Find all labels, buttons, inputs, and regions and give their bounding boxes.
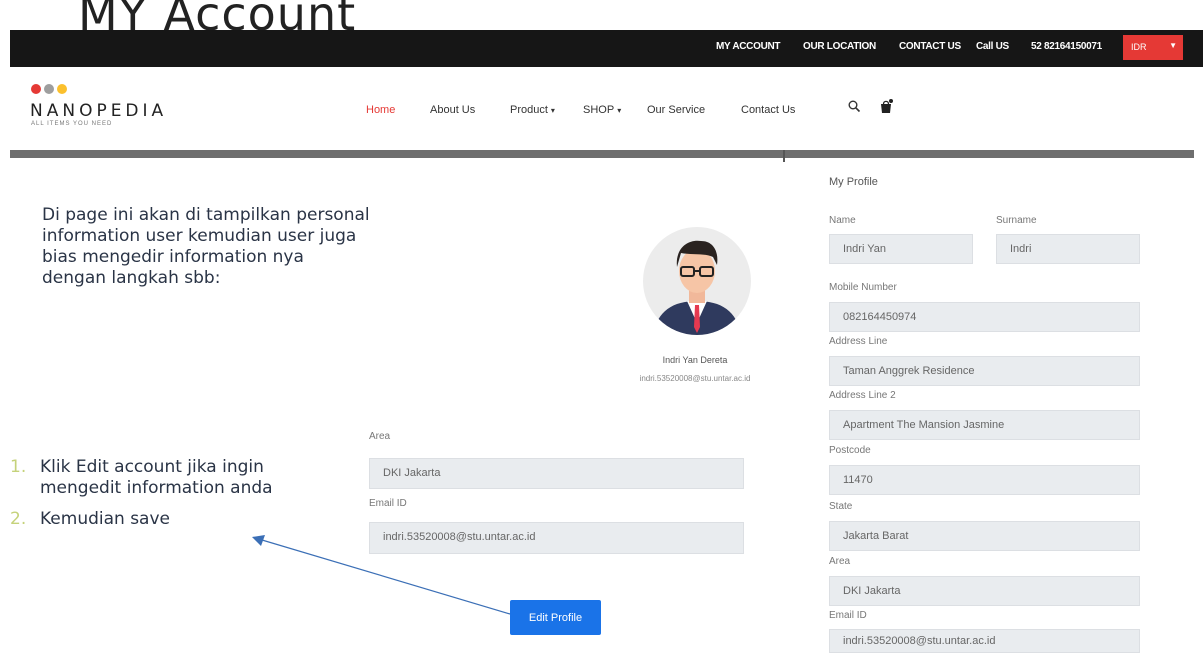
top-link-my-account[interactable]: MY ACCOUNT [716,41,781,52]
address2-label: Address Line 2 [829,390,896,401]
nav-our-service[interactable]: Our Service [647,104,705,116]
logo-dot-grey [44,84,54,94]
email-field-right[interactable]: indri.53520008@stu.untar.ac.id [829,629,1140,653]
area-label-right: Area [829,556,851,567]
step-number: 2. [10,509,27,529]
steps-list: 1. Klik Edit account jika ingin mengedit… [10,457,340,530]
mobile-label: Mobile Number [829,282,897,293]
name-field[interactable]: Indri Yan [829,234,973,264]
shopping-bag-icon[interactable] [878,98,894,117]
arrow-head [252,535,265,546]
surname-label: Surname [996,215,1037,226]
shopping-bag-icon-svg [881,99,893,113]
address1-label: Address Line [829,336,888,347]
state-field[interactable]: Jakarta Barat [829,521,1140,551]
nav-product-label: Product [510,104,548,116]
address2-field[interactable]: Apartment The Mansion Jasmine [829,410,1140,440]
nav-shop-label: SHOP [583,104,615,116]
email-field[interactable]: indri.53520008@stu.untar.ac.id [369,522,744,554]
postcode-label: Postcode [829,445,871,456]
nav-contact-us[interactable]: Contact Us [741,104,795,116]
area-label: Area [369,431,391,442]
phone-number: 52 82164150071 [1031,41,1102,52]
currency-select[interactable]: IDR ▼ [1123,35,1183,60]
edit-profile-button[interactable]: Edit Profile [510,600,601,635]
top-bar: MY ACCOUNT OUR LOCATION CONTACT US Call … [10,30,1203,67]
nav-home[interactable]: Home [366,104,395,116]
mobile-field[interactable]: 082164450974 [829,302,1140,332]
nav-about-us[interactable]: About Us [430,104,475,116]
user-avatar-icon [643,227,751,335]
chevron-down-icon: ▾ [617,106,622,115]
profile-heading: My Profile [829,176,878,188]
nav-product[interactable]: Product ▾ [510,104,555,116]
search-icon-svg [848,100,861,113]
avatar-illustration [653,240,741,335]
postcode-field[interactable]: 11470 [829,465,1140,495]
chevron-down-icon: ▾ [550,106,555,115]
search-icon[interactable] [848,100,861,116]
logo-tagline: ALL ITEMS YOU NEED [31,121,113,127]
profile-email: indri.53520008@stu.untar.ac.id [639,374,751,383]
step-text: Klik Edit account jika ingin mengedit in… [40,457,273,498]
chevron-down-icon: ▼ [1169,41,1177,50]
call-us-label: Call US [976,41,1009,52]
email-label-right: Email ID [829,610,867,621]
column-divider [783,150,785,162]
logo-dot-red [31,84,41,94]
step-text: Kemudian save [40,509,170,529]
area-field-right[interactable]: DKI Jakarta [829,576,1140,606]
top-link-our-location[interactable]: OUR LOCATION [803,41,876,52]
step-number: 1. [10,457,27,477]
address1-field[interactable]: Taman Anggrek Residence [829,356,1140,386]
logo-dot-yellow [57,84,67,94]
header-divider [10,150,1194,158]
logo-dots [31,81,70,99]
instruction-text: Di page ini akan di tampilkan personal i… [42,205,370,288]
state-label: State [829,501,853,512]
surname-field[interactable]: Indri [996,234,1140,264]
step-item: 1. Klik Edit account jika ingin mengedit… [10,457,340,499]
name-label: Name [829,215,856,226]
profile-name: Indri Yan Dereta [662,355,728,365]
currency-value: IDR [1131,42,1147,52]
top-link-contact-us[interactable]: CONTACT US [899,41,961,52]
nav-shop[interactable]: SHOP ▾ [583,104,621,116]
step-item: 2. Kemudian save [10,509,340,530]
area-field[interactable]: DKI Jakarta [369,458,744,489]
email-label: Email ID [369,498,407,509]
logo-name[interactable]: NANOPEDIA [30,101,167,121]
